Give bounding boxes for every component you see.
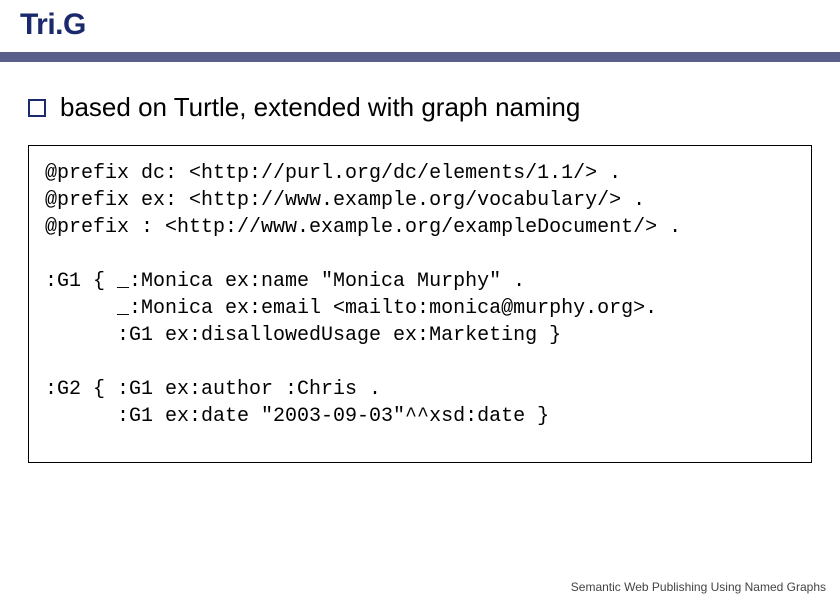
title-underline <box>0 52 840 62</box>
square-bullet-icon <box>28 99 46 117</box>
code-block: @prefix dc: <http://purl.org/dc/elements… <box>45 160 795 430</box>
slide-body: based on Turtle, extended with graph nam… <box>0 62 840 463</box>
footer-text: Semantic Web Publishing Using Named Grap… <box>571 580 826 594</box>
bullet-item: based on Turtle, extended with graph nam… <box>28 92 812 123</box>
slide-title: Tri.G <box>20 8 820 42</box>
bullet-text: based on Turtle, extended with graph nam… <box>60 92 580 123</box>
slide: Tri.G based on Turtle, extended with gra… <box>0 0 840 600</box>
title-bar: Tri.G <box>0 0 840 48</box>
code-box: @prefix dc: <http://purl.org/dc/elements… <box>28 145 812 463</box>
